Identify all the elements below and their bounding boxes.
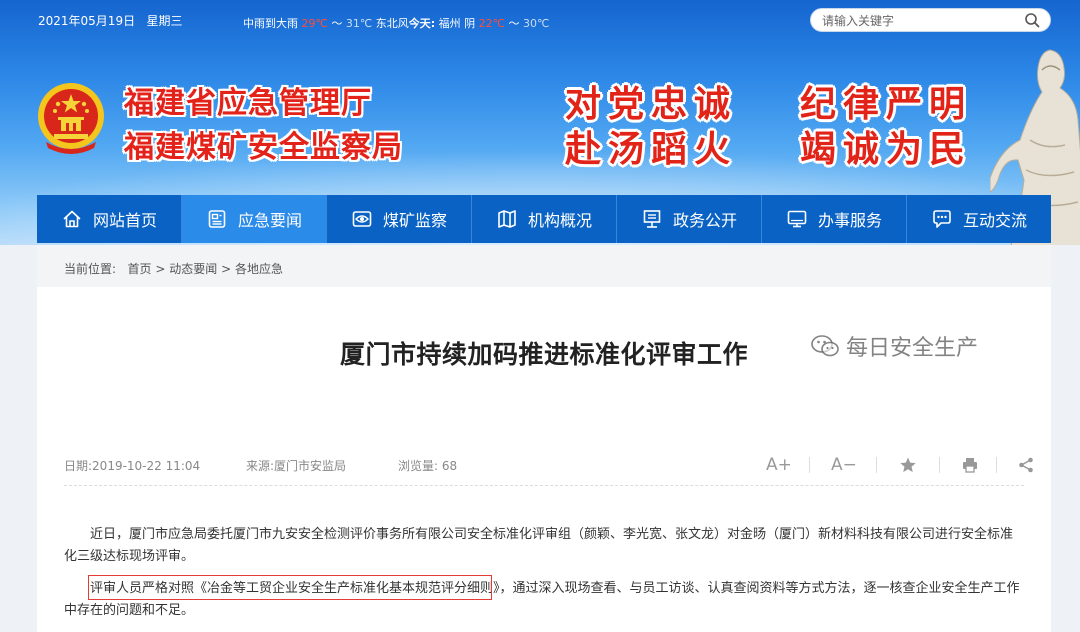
breadcrumb-separator: > xyxy=(221,262,232,276)
toolbar-divider xyxy=(809,457,810,473)
nav-label-home: 网站首页 xyxy=(92,211,157,230)
org-name-secondary: 福建煤矿安全监察局 xyxy=(124,130,403,165)
nav-item-home[interactable]: 网站首页 xyxy=(37,195,182,243)
breadcrumb-separator: > xyxy=(155,262,166,276)
article-source: 来源:厦门市安监局 xyxy=(246,457,346,474)
weather-desc: 中雨到大雨 xyxy=(243,17,298,30)
highlight-box xyxy=(88,575,492,600)
article-paragraph-1: 近日，厦门市应急局委托厦门市九安安全检测评价事务所有限公司安全标准化评审组（颜颖… xyxy=(64,527,1014,564)
breadcrumb-local-link[interactable]: 各地应急 xyxy=(235,262,283,276)
weather-high: 29℃ xyxy=(301,17,328,30)
meta-divider xyxy=(64,485,1024,486)
weather-low: 31℃ xyxy=(345,17,373,30)
wechat-icon xyxy=(811,335,839,357)
share-button[interactable] xyxy=(1017,456,1035,479)
weather-today-desc: 阴 xyxy=(464,17,476,30)
monitor-icon xyxy=(787,210,807,228)
font-increase-button[interactable]: A+ xyxy=(766,455,792,475)
main-nav: 网站首页 应急要闻 煤矿监察 机构概况 政务公开 办事服务 互动交流 xyxy=(37,195,1051,243)
nav-item-gov-affairs[interactable]: 政务公开 xyxy=(617,195,762,243)
chat-icon xyxy=(933,210,951,228)
org-name-primary: 福建省应急管理厅 xyxy=(124,86,372,121)
search-icon[interactable] xyxy=(1024,12,1040,28)
toolbar-divider xyxy=(939,457,940,473)
breadcrumb-prefix: 当前位置: xyxy=(64,262,117,276)
weekday-text: 星期三 xyxy=(146,14,183,28)
date-label: 日期: xyxy=(64,459,93,473)
map-icon xyxy=(498,210,516,228)
toolbar-divider xyxy=(996,457,997,473)
print-icon xyxy=(963,458,977,473)
nav-label-services: 办事服务 xyxy=(817,211,882,230)
article-date: 日期:2019-10-22 11:04 xyxy=(64,457,200,474)
watermark-text: 每日安全生产 xyxy=(846,336,979,361)
slogan-service: 竭诚为民 xyxy=(800,128,973,170)
views-value: 68 xyxy=(441,459,458,473)
article-views: 浏览量: 68 xyxy=(398,457,457,474)
share-icon xyxy=(1019,457,1033,473)
watermark: 每日安全生产 xyxy=(810,330,978,362)
source-value: 厦门市安监局 xyxy=(274,459,347,473)
breadcrumb-news-link[interactable]: 动态要闻 xyxy=(169,262,217,276)
weather-today-low: 30℃ xyxy=(522,17,550,30)
newspaper-icon xyxy=(208,210,226,228)
nav-item-services[interactable]: 办事服务 xyxy=(762,195,907,243)
nav-label-gov-affairs: 政务公开 xyxy=(672,211,737,230)
national-emblem-icon xyxy=(38,83,104,154)
nav-item-interaction[interactable]: 互动交流 xyxy=(907,195,1051,243)
weather-today-tilde: ～ xyxy=(508,17,520,30)
nav-label-interaction: 互动交流 xyxy=(962,211,1027,230)
nav-label-about: 机构概况 xyxy=(527,211,592,230)
article-container: 当前位置: 首页 > 动态要闻 > 各地应急 厦门市持续加码推进标准化评审工作 … xyxy=(37,245,1051,632)
nav-label-emergency-news: 应急要闻 xyxy=(237,211,302,230)
nav-item-coal-supervision[interactable]: 煤矿监察 xyxy=(327,195,472,243)
weather-today-high: 22℃ xyxy=(478,17,505,30)
weather-tilde: ～ xyxy=(331,17,343,30)
article-meta: 日期:2019-10-22 11:04 来源:厦门市安监局 浏览量: 68 A+… xyxy=(64,455,1033,495)
today-label: 今天: xyxy=(408,17,436,30)
views-label: 浏览量: xyxy=(398,459,439,473)
slogan-bravery: 赴汤蹈火 xyxy=(565,128,738,170)
favorite-button[interactable] xyxy=(899,456,917,479)
search-box[interactable] xyxy=(810,8,1051,32)
print-button[interactable] xyxy=(961,456,979,479)
star-icon xyxy=(900,457,916,473)
eye-icon xyxy=(352,211,372,227)
font-decrease-button[interactable]: A− xyxy=(831,455,857,475)
source-label: 来源: xyxy=(246,459,275,473)
toolbar-divider xyxy=(876,457,877,473)
date-display: 2021年05月19日 星期三 xyxy=(38,12,183,29)
search-input[interactable] xyxy=(822,12,1012,29)
weather-info: 中雨到大雨 29℃ ～ 31℃ 东北风今天: 福州 阴 22℃ ～ 30℃ xyxy=(243,15,549,31)
nav-item-about[interactable]: 机构概况 xyxy=(472,195,617,243)
weather-city: 福州 xyxy=(438,17,461,30)
date-text: 2021年05月19日 xyxy=(38,14,136,28)
weather-wind: 东北风 xyxy=(375,17,409,30)
nav-label-coal-supervision: 煤矿监察 xyxy=(382,211,447,230)
breadcrumb: 当前位置: 首页 > 动态要闻 > 各地应急 xyxy=(37,245,1051,287)
nav-item-emergency-news[interactable]: 应急要闻 xyxy=(182,195,327,243)
home-icon xyxy=(63,210,81,228)
breadcrumb-home-link[interactable]: 首页 xyxy=(128,262,152,276)
date-value: 2019-10-22 11:04 xyxy=(92,459,201,473)
board-icon xyxy=(643,210,661,228)
